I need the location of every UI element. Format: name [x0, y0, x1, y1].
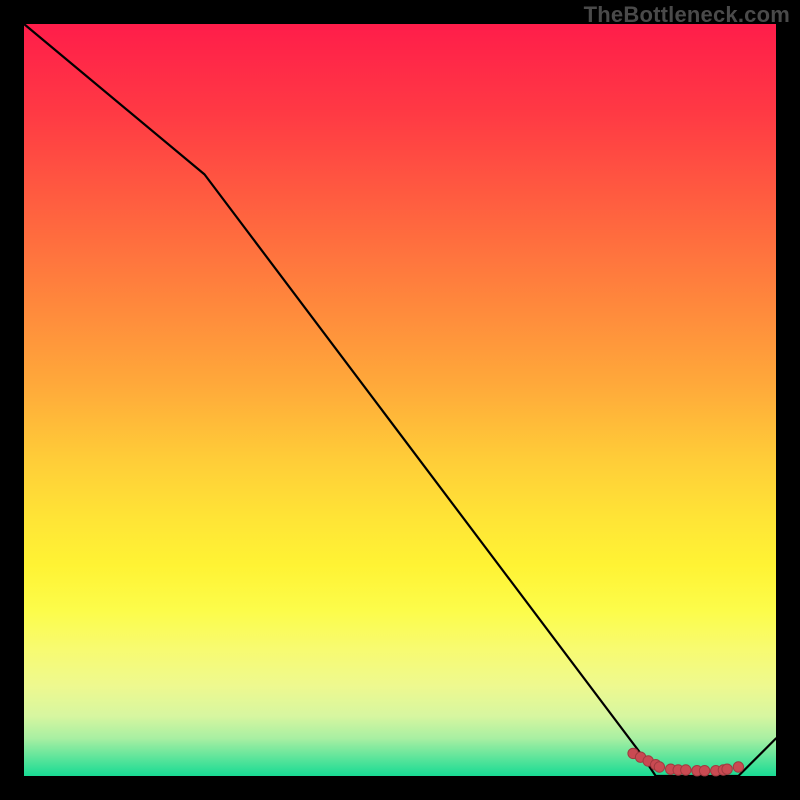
marker-dot — [733, 762, 743, 772]
series-markers — [628, 748, 744, 776]
marker-dot — [699, 766, 709, 776]
marker-dot — [722, 764, 732, 774]
plot-area — [24, 24, 776, 776]
marker-dot — [654, 762, 664, 772]
marker-dot — [681, 765, 691, 775]
series-line — [24, 24, 776, 776]
bottleneck-line — [24, 24, 776, 776]
chart-stage: TheBottleneck.com — [0, 0, 800, 800]
chart-svg — [24, 24, 776, 776]
